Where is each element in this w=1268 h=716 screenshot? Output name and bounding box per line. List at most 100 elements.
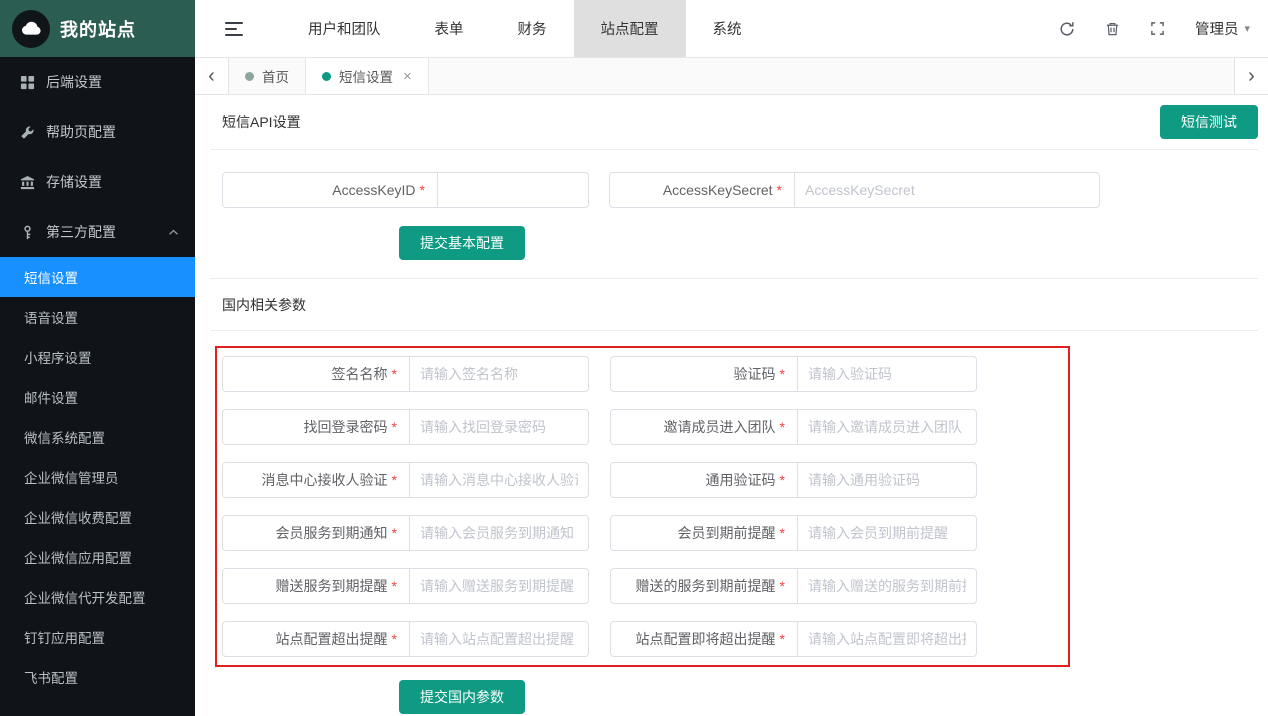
field-label: 站点配置超出提醒* bbox=[222, 621, 410, 657]
grid-icon bbox=[20, 75, 35, 90]
bank-icon bbox=[20, 175, 35, 190]
field-label: 邀请成员进入团队* bbox=[610, 409, 798, 445]
field-label: 赠送服务到期提醒* bbox=[222, 568, 410, 604]
field-input[interactable] bbox=[797, 621, 977, 657]
field-input[interactable] bbox=[409, 409, 589, 445]
field-label: 会员到期前提醒* bbox=[610, 515, 798, 551]
form-field: 站点配置即将超出提醒* bbox=[610, 621, 978, 657]
field-label: AccessKeySecret* bbox=[609, 172, 795, 208]
field-label-text: 找回登录密码 bbox=[304, 417, 388, 437]
user-menu[interactable]: 管理员 ▾ bbox=[1195, 18, 1250, 39]
nav-item-forms[interactable]: 表单 bbox=[408, 0, 491, 57]
required-asterisk: * bbox=[392, 631, 397, 647]
close-icon[interactable]: × bbox=[403, 69, 412, 84]
field-label: 找回登录密码* bbox=[222, 409, 410, 445]
sidebar-subitem-label: 钉钉应用配置 bbox=[24, 627, 105, 647]
refresh-icon[interactable] bbox=[1059, 21, 1075, 37]
sidebar-subitem-sms-settings[interactable]: 短信设置 bbox=[0, 257, 195, 297]
field-input[interactable] bbox=[797, 568, 977, 604]
domestic-section-header: 国内相关参数 bbox=[210, 279, 1258, 331]
sidebar-item-storage-settings[interactable]: 存储设置 bbox=[0, 157, 195, 207]
sidebar-subitem-label: 企业微信应用配置 bbox=[24, 547, 132, 567]
nav-item-users-teams[interactable]: 用户和团队 bbox=[281, 0, 408, 57]
sidebar-subitem-label: 小程序设置 bbox=[24, 347, 92, 367]
section-title: 短信API设置 bbox=[222, 112, 301, 132]
nav-item-system[interactable]: 系统 bbox=[686, 0, 769, 57]
field-label: AccessKeyID* bbox=[222, 172, 438, 208]
tab-dot-icon bbox=[322, 72, 331, 81]
sidebar-subitem-wecom-billing-config[interactable]: 企业微信收费配置 bbox=[0, 497, 195, 537]
sms-test-button[interactable]: 短信测试 bbox=[1160, 105, 1258, 139]
sidebar-subitem-label: 短信设置 bbox=[24, 267, 78, 287]
sidebar-item-help-page-config[interactable]: 帮助页配置 bbox=[0, 107, 195, 157]
tab-scroll-left-button[interactable]: ‹ bbox=[195, 58, 229, 94]
menu-collapse-icon[interactable] bbox=[225, 22, 243, 36]
tab-label: 首页 bbox=[262, 66, 289, 86]
field-input[interactable] bbox=[797, 356, 977, 392]
caret-down-icon: ▾ bbox=[1244, 22, 1250, 35]
nav-item-label: 用户和团队 bbox=[308, 18, 381, 39]
nav-item-finance[interactable]: 财务 bbox=[491, 0, 574, 57]
sidebar-subitem-voice-settings[interactable]: 语音设置 bbox=[0, 297, 195, 337]
form-field: 验证码* bbox=[610, 356, 978, 392]
field-label: 会员服务到期通知* bbox=[222, 515, 410, 551]
submit-basic-config-button[interactable]: 提交基本配置 bbox=[399, 226, 525, 260]
field-input[interactable] bbox=[409, 462, 589, 498]
tab-scroll-right-button[interactable]: › bbox=[1234, 58, 1268, 94]
accesskeyid-input[interactable] bbox=[437, 172, 589, 208]
submit-domestic-params-button[interactable]: 提交国内参数 bbox=[399, 680, 525, 714]
form-field: 邀请成员进入团队* bbox=[610, 409, 978, 445]
sidebar-subitem-wecom-dev-config[interactable]: 企业微信代开发配置 bbox=[0, 577, 195, 617]
api-section-header: 短信API设置 短信测试 bbox=[210, 95, 1258, 150]
field-label-text: 会员到期前提醒 bbox=[678, 523, 776, 543]
field-label-text: 签名名称 bbox=[332, 364, 388, 384]
app-window: 我的站点 后端设置 帮助页配置 存储设置 第三方配置 bbox=[0, 0, 1268, 716]
accesskeysecret-input[interactable] bbox=[794, 172, 1100, 208]
form-field: 站点配置超出提醒* bbox=[222, 621, 590, 657]
field-label-text: 邀请成员进入团队 bbox=[664, 417, 776, 437]
sidebar-subitem-wecom-admin[interactable]: 企业微信管理员 bbox=[0, 457, 195, 497]
field-label-text: AccessKeySecret bbox=[663, 182, 773, 198]
sidebar-subitem-feishu-config[interactable]: 飞书配置 bbox=[0, 657, 195, 697]
sidebar-subitem-wechat-system-config[interactable]: 微信系统配置 bbox=[0, 417, 195, 457]
field-input[interactable] bbox=[409, 515, 589, 551]
required-asterisk: * bbox=[392, 578, 397, 594]
field-input[interactable] bbox=[409, 621, 589, 657]
sidebar-subitem-wecom-app-config[interactable]: 企业微信应用配置 bbox=[0, 537, 195, 577]
form-field: 消息中心接收人验证* bbox=[222, 462, 590, 498]
sidebar-item-third-party-config[interactable]: 第三方配置 bbox=[0, 207, 195, 257]
nav-item-label: 表单 bbox=[435, 18, 464, 39]
sidebar-subitem-dingtalk-app-config[interactable]: 钉钉应用配置 bbox=[0, 617, 195, 657]
required-asterisk: * bbox=[392, 366, 397, 382]
field-input[interactable] bbox=[409, 568, 589, 604]
field-label-text: 消息中心接收人验证 bbox=[262, 470, 388, 490]
logo: 我的站点 bbox=[0, 0, 195, 57]
domestic-form-grid: 签名名称* 验证码* 找回登录密码* 邀请成员进入团队* bbox=[222, 356, 1068, 657]
sidebar-item-label: 后端设置 bbox=[46, 72, 102, 92]
trash-icon[interactable] bbox=[1105, 21, 1120, 37]
field-input[interactable] bbox=[797, 462, 977, 498]
field-label-text: 会员服务到期通知 bbox=[276, 523, 388, 543]
nav-item-label: 系统 bbox=[713, 18, 742, 39]
nav-item-site-config[interactable]: 站点配置 bbox=[574, 0, 686, 57]
sidebar-subitem-miniprogram-settings[interactable]: 小程序设置 bbox=[0, 337, 195, 377]
sidebar-item-backend-settings[interactable]: 后端设置 bbox=[0, 57, 195, 107]
sidebar-subitem-mail-settings[interactable]: 邮件设置 bbox=[0, 377, 195, 417]
sidebar-subitem-label: 语音设置 bbox=[24, 307, 78, 327]
field-input[interactable] bbox=[797, 515, 977, 551]
tab-sms-settings[interactable]: 短信设置 × bbox=[306, 58, 429, 94]
tab-home[interactable]: 首页 bbox=[229, 58, 306, 94]
form-field: 会员到期前提醒* bbox=[610, 515, 978, 551]
section-title: 国内相关参数 bbox=[222, 295, 306, 315]
fullscreen-icon[interactable] bbox=[1150, 21, 1165, 36]
required-asterisk: * bbox=[777, 182, 782, 198]
required-asterisk: * bbox=[420, 182, 425, 198]
form-field: 赠送的服务到期前提醒* bbox=[610, 568, 978, 604]
field-label: 通用验证码* bbox=[610, 462, 798, 498]
field-input[interactable] bbox=[409, 356, 589, 392]
required-asterisk: * bbox=[780, 472, 785, 488]
field-input[interactable] bbox=[797, 409, 977, 445]
cloud-logo-icon bbox=[12, 10, 50, 48]
topnav-right: 管理员 ▾ bbox=[1059, 18, 1268, 39]
nav-item-label: 站点配置 bbox=[601, 18, 659, 39]
